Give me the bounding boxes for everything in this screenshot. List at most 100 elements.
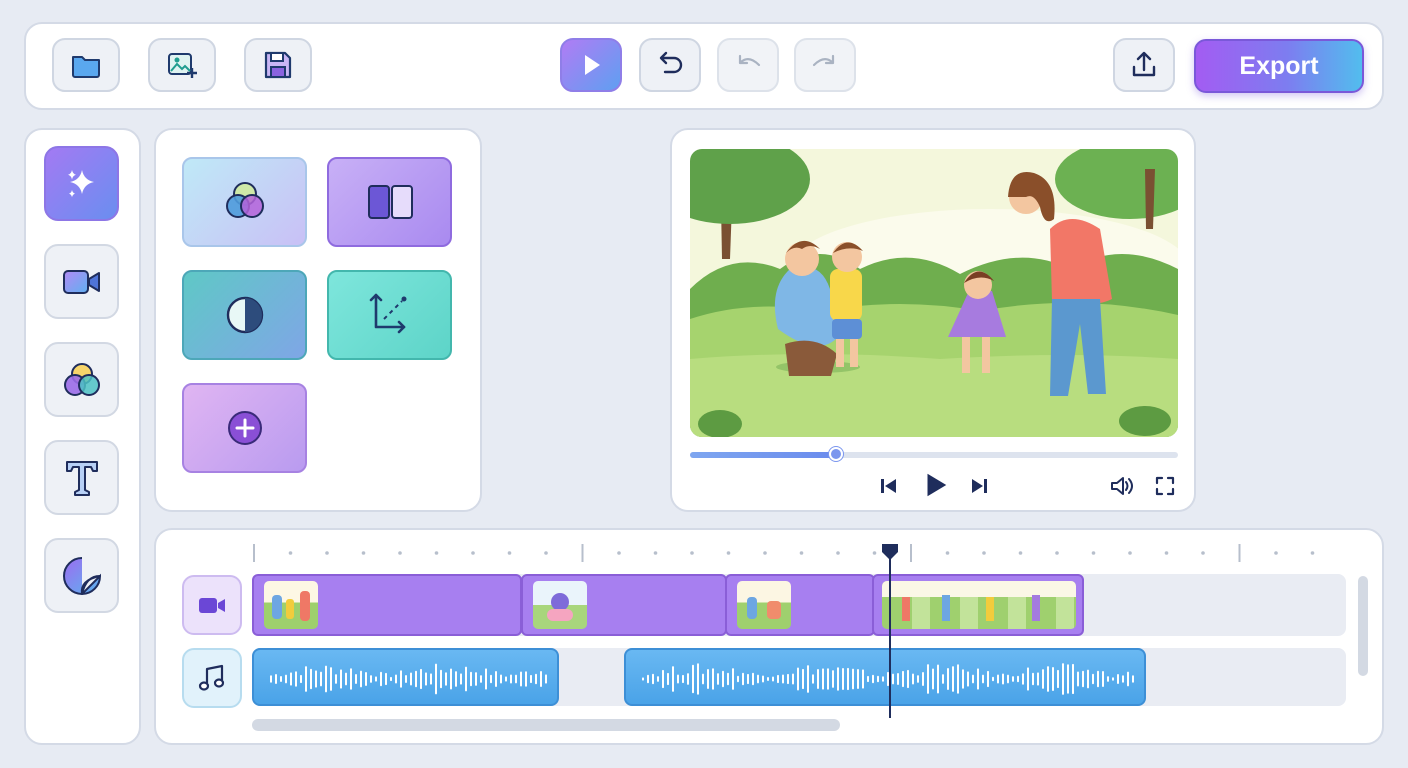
waveform-bar [365, 671, 367, 687]
waveform-bar [1052, 667, 1054, 691]
waveform-bar [275, 673, 277, 685]
open-folder-button[interactable] [52, 38, 120, 92]
ruler-minor-tick [471, 551, 475, 555]
effects-panel [154, 128, 482, 512]
effect-tile-add[interactable] [182, 383, 307, 473]
sidebar-item-video[interactable] [44, 244, 119, 319]
waveform-bar [545, 674, 547, 684]
waveform-bar [300, 674, 302, 684]
ruler-minor-tick [836, 551, 840, 555]
play-icon[interactable] [920, 470, 950, 500]
export-button[interactable]: Export [1194, 39, 1364, 93]
ruler-major-tick [1238, 544, 1241, 562]
waveform-bar [842, 668, 844, 690]
waveform-bar [852, 668, 854, 690]
family-playing-in-park-illustration [690, 149, 1178, 437]
redo-button[interactable] [794, 38, 856, 92]
timeline-horizontal-scrollbar[interactable] [252, 719, 840, 731]
waveform-bar [967, 671, 969, 687]
waveform-bar [535, 673, 537, 685]
waveform-bar [742, 672, 744, 686]
waveform-bar [350, 668, 352, 690]
waveform-bar [315, 670, 317, 688]
sidebar-item-effects[interactable] [44, 146, 119, 221]
video-clip[interactable] [872, 574, 1084, 636]
sidebar-item-sticker[interactable] [44, 538, 119, 613]
waveform-bar [712, 668, 714, 690]
waveform-bar [747, 673, 749, 685]
waveform-bar [430, 673, 432, 685]
playback-progress-track[interactable] [690, 447, 1178, 461]
sidebar-item-text[interactable] [44, 440, 119, 515]
video-clip[interactable] [521, 574, 727, 636]
waveform-bar [425, 672, 427, 686]
waveform-bar [977, 668, 979, 690]
video-track [182, 574, 1346, 636]
ruler-minor-tick [398, 551, 402, 555]
save-button[interactable] [244, 38, 312, 92]
playback-scrubber-handle[interactable] [829, 447, 844, 461]
waveform-bar [495, 670, 497, 688]
undo-button[interactable] [639, 38, 701, 92]
video-clip[interactable] [725, 574, 875, 636]
skip-forward-icon[interactable] [967, 474, 991, 498]
ruler-minor-tick [1310, 551, 1315, 555]
video-camera-icon [199, 598, 225, 613]
volume-icon[interactable] [1108, 473, 1134, 499]
waveform-bar [907, 669, 909, 689]
waveform-bar [1007, 674, 1009, 684]
effect-tile-split[interactable] [327, 157, 452, 247]
waveform-bar [510, 674, 512, 684]
fullscreen-icon[interactable] [1153, 474, 1177, 498]
save-icon [264, 51, 292, 79]
ruler-minor-tick [544, 551, 548, 555]
waveform-bar [862, 669, 864, 689]
skip-back-icon[interactable] [877, 474, 901, 498]
waveform-bar [682, 674, 684, 684]
undo-disabled-button[interactable] [717, 38, 779, 92]
waveform-bar [435, 663, 437, 695]
share-button[interactable] [1113, 38, 1175, 92]
waveform-bar [1062, 663, 1064, 695]
waveform-bar [500, 674, 502, 684]
waveform-bar [667, 672, 669, 686]
waveform-bar [997, 674, 999, 684]
sidebar-item-color[interactable] [44, 342, 119, 417]
waveform-bar [677, 674, 679, 684]
effect-tile-contrast[interactable] [182, 270, 307, 360]
image-add-icon [168, 53, 197, 78]
waveform-bar [672, 666, 674, 692]
family-scene-thumbnail [264, 581, 318, 629]
video-track-button[interactable] [182, 575, 242, 635]
waveform-bar [480, 675, 482, 683]
waveform-bar [320, 671, 322, 687]
import-media-button[interactable] [148, 38, 216, 92]
waveform-bar [972, 674, 974, 684]
waveform-bar [657, 676, 659, 682]
waveform-bar [1132, 675, 1134, 683]
timeline-vertical-scrollbar[interactable] [1358, 576, 1368, 676]
play-button[interactable] [560, 38, 622, 92]
playhead[interactable] [880, 542, 900, 718]
video-preview[interactable] [690, 149, 1178, 437]
video-clip[interactable] [252, 574, 522, 636]
audio-track-button[interactable] [182, 648, 242, 708]
folder-icon [72, 56, 100, 78]
waveform-bar [540, 671, 542, 687]
waveform-bar [757, 674, 759, 684]
audio-clip[interactable] [252, 648, 559, 706]
contrast-icon [226, 296, 263, 334]
waveform-bar [1047, 666, 1049, 692]
waveform-bar [952, 666, 954, 692]
waveform-bar [520, 671, 522, 687]
waveform-bar [355, 674, 357, 684]
waveform-bar [767, 677, 769, 681]
waveform-bar [1022, 673, 1024, 685]
effect-tile-motion[interactable] [327, 270, 452, 360]
waveform-bar [1077, 671, 1079, 687]
effect-tile-color-blend[interactable] [182, 157, 307, 247]
waveform-bar [345, 672, 347, 686]
ruler-minor-tick [434, 551, 439, 555]
waveform-bar [777, 674, 779, 684]
waveform-bar [1067, 664, 1069, 694]
